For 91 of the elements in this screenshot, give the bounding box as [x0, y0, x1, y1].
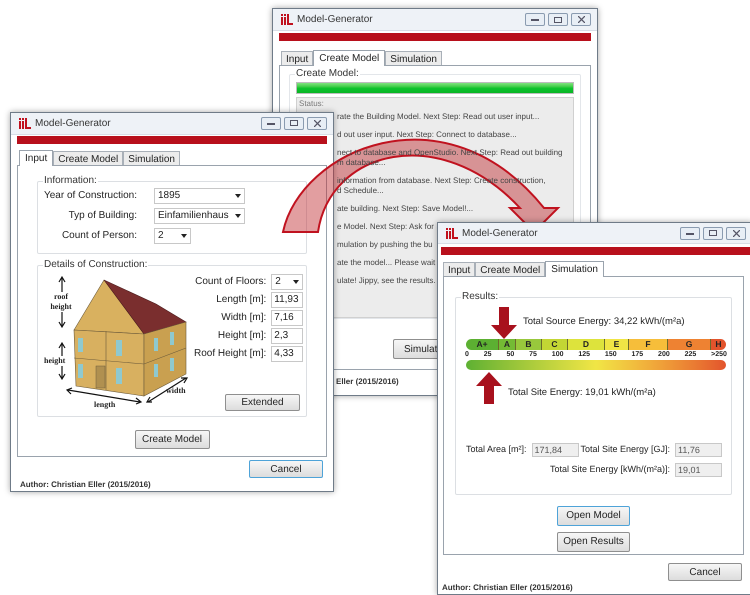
- status-text: ulate! Jippy, see the results.: [337, 276, 436, 286]
- button[interactable]: Open Model: [557, 506, 630, 526]
- dropdown[interactable]: Einfamilienhaus: [154, 208, 245, 224]
- caret-icon: [235, 214, 241, 218]
- button[interactable]: Create Model: [134, 430, 210, 449]
- text-field[interactable]: 7,16: [271, 310, 304, 326]
- diagram-label: width: [166, 386, 186, 396]
- status-text: rate the Building Model. Next Step: Read out user input...: [337, 112, 540, 122]
- close-button[interactable]: [726, 226, 746, 240]
- dropdown[interactable]: 1895: [154, 188, 245, 204]
- button[interactable]: Cancel: [668, 563, 742, 581]
- field-label: Count of Floors:: [195, 275, 266, 290]
- app-logo-icon: [446, 228, 458, 239]
- tab[interactable]: Input: [443, 262, 476, 276]
- close-icon: [314, 120, 320, 127]
- field-label: Year of Construction:: [42, 189, 137, 204]
- diagram-label: height: [44, 356, 66, 366]
- button[interactable]: Open Results: [557, 532, 630, 552]
- status-text: mulation by pushing the bu: [337, 240, 433, 250]
- text-field[interactable]: 11,93: [271, 292, 304, 308]
- minimize-icon: [267, 122, 275, 125]
- author-text: Eller (2015/2016): [336, 376, 400, 388]
- field-label: Width [m]:: [221, 311, 266, 326]
- diagram-label: length: [94, 400, 116, 410]
- status-text: ate building. Next Step: Save Model!...: [337, 204, 474, 214]
- energy-class: H: [711, 338, 726, 350]
- close-icon: [732, 230, 740, 237]
- close-button[interactable]: [571, 13, 591, 26]
- dropdown[interactable]: 2: [271, 274, 304, 290]
- maximize-button[interactable]: [703, 226, 723, 240]
- status-text: d Schedule...: [337, 186, 384, 196]
- energy-class: A+: [466, 338, 499, 350]
- status-text: d out user input. Next Step: Connect to database...: [337, 130, 517, 140]
- field-label: Total Area [m²]:: [466, 443, 527, 456]
- minimize-button[interactable]: [680, 226, 700, 240]
- author-text: Author: Christian Eller (2015/2016): [442, 582, 574, 594]
- energy-class: C: [542, 338, 568, 350]
- tab[interactable]: Input: [281, 51, 314, 65]
- energy-class: D: [568, 338, 605, 350]
- down-arrow-icon: [491, 306, 517, 339]
- minimize-icon: [686, 232, 694, 235]
- author-text: Author: Christian Eller (2015/2016): [20, 479, 152, 491]
- tab[interactable]: Simulation: [123, 150, 180, 165]
- caret-icon: [293, 280, 300, 284]
- maximize-icon: [290, 120, 298, 126]
- energy-class: F: [629, 338, 668, 350]
- energy-class: A: [499, 338, 516, 350]
- field-label: Roof Height [m]:: [194, 347, 266, 362]
- source-energy-text: Total Source Energy: 34,22 kWh/(m²a): [523, 314, 685, 329]
- text-field[interactable]: 4,33: [271, 346, 304, 362]
- button[interactable]: Cancel: [249, 460, 323, 478]
- caret-icon: [181, 234, 187, 238]
- text-field[interactable]: 2,3: [271, 328, 304, 344]
- field-label: Length [m]:: [216, 293, 266, 308]
- caret-icon: [235, 194, 241, 198]
- energy-class: B: [516, 338, 542, 350]
- maximize-icon: [554, 16, 562, 22]
- field-label: Total Site Energy [GJ]:: [580, 443, 670, 456]
- maximize-icon: [709, 230, 717, 236]
- status-text: ate the model... Please wait: [337, 258, 436, 268]
- field-label: Typ of Building:: [68, 209, 137, 224]
- minimize-button[interactable]: [525, 13, 545, 26]
- tab[interactable]: Create Model: [313, 50, 386, 66]
- tab[interactable]: Input: [19, 150, 54, 166]
- field-label: Total Site Energy [kWh/(m²a)]:: [550, 463, 670, 476]
- button[interactable]: Simulat: [393, 339, 439, 359]
- close-icon: [578, 16, 584, 23]
- field-label: Height [m]:: [218, 329, 266, 344]
- window-title: Model-Generator: [462, 226, 539, 241]
- status-text: e Model. Next Step: Ask for: [337, 222, 434, 232]
- tab[interactable]: Create Model: [475, 262, 546, 276]
- energy-class: G: [668, 338, 711, 350]
- window-title: Model-Generator: [297, 13, 374, 27]
- app-logo-icon: [19, 118, 31, 129]
- window-title: Model-Generator: [35, 116, 112, 131]
- minimize-button[interactable]: [261, 116, 281, 130]
- button[interactable]: Extended: [225, 394, 300, 411]
- tab[interactable]: Create Model: [53, 150, 124, 165]
- energy-class: E: [605, 338, 629, 350]
- dropdown[interactable]: 2: [154, 228, 191, 244]
- minimize-icon: [531, 18, 539, 21]
- tab[interactable]: Simulation: [385, 51, 442, 65]
- field-label: Count of Person:: [60, 229, 137, 244]
- up-arrow-icon: [476, 372, 502, 404]
- site-energy-text: Total Site Energy: 19,01 kWh/(m²a): [508, 386, 656, 400]
- maximize-button[interactable]: [284, 116, 304, 130]
- close-button[interactable]: [307, 116, 327, 130]
- maximize-button[interactable]: [548, 13, 568, 26]
- tab[interactable]: Simulation: [545, 260, 604, 277]
- status-label: Status:: [298, 98, 325, 109]
- app-logo-icon: [281, 14, 293, 25]
